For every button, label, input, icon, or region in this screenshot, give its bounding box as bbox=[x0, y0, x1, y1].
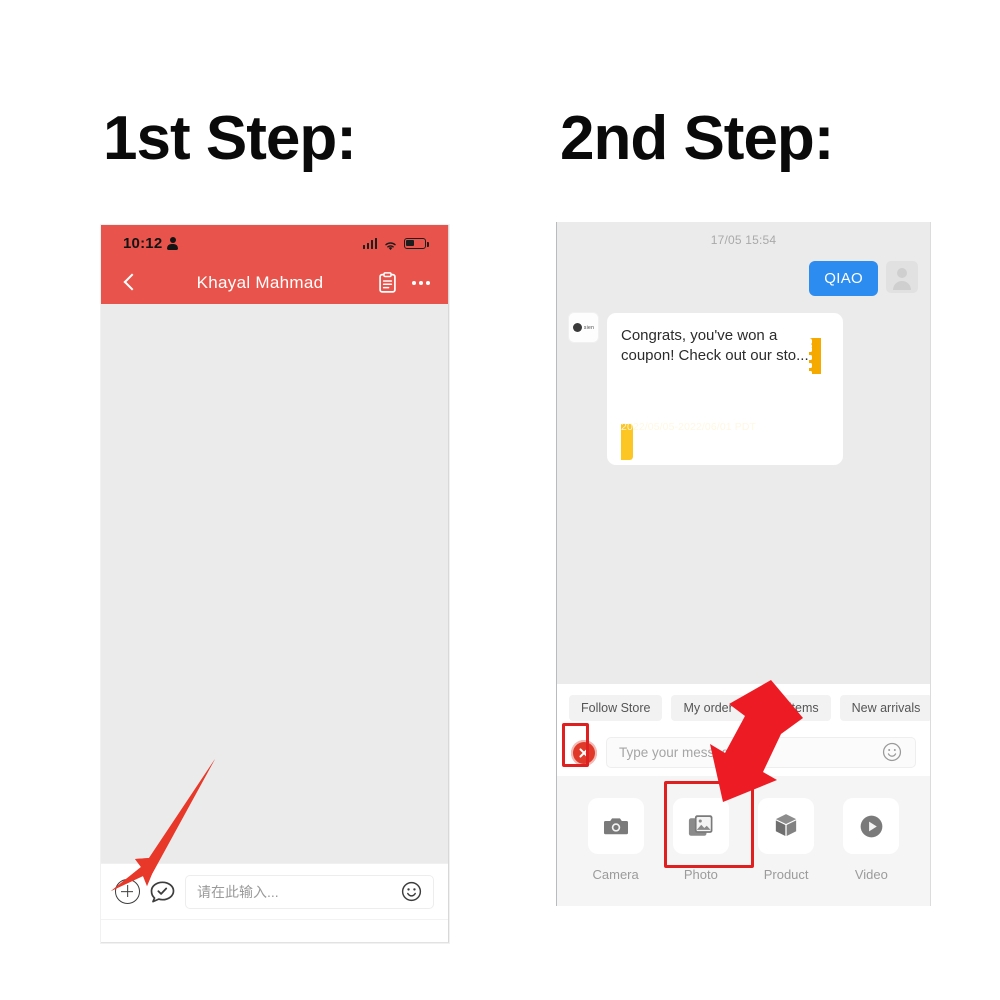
wifi-icon bbox=[383, 238, 398, 250]
attachment-option-product[interactable]: Product bbox=[750, 798, 822, 882]
app-header-bar: 10:12 Khayal Mahmad bbox=[101, 225, 448, 304]
coupon-amount: US $1.00 bbox=[621, 366, 711, 390]
camera-icon[interactable] bbox=[587, 798, 644, 854]
outgoing-message-row: QIAO bbox=[557, 261, 930, 296]
quick-reply-follow-store[interactable]: Follow Store bbox=[569, 695, 663, 721]
message-input-placeholder: 请在此输入... bbox=[197, 883, 279, 900]
quick-reply-hot-items[interactable]: Hot items bbox=[753, 695, 831, 721]
smiley-icon[interactable] bbox=[882, 742, 903, 763]
attachment-option-photo[interactable]: Photo bbox=[665, 798, 737, 882]
store-logo-avatar: sien bbox=[569, 313, 598, 342]
coupon-card[interactable]: Congrats, you've won a coupon! Check out… bbox=[607, 313, 843, 465]
step-1-heading: 1st Step: bbox=[103, 104, 357, 173]
attachment-label-video: Video bbox=[854, 867, 888, 882]
coupon-validity: 2022/05/05-2022/06/01 PDT bbox=[621, 420, 757, 433]
navigation-bar: Khayal Mahmad bbox=[101, 261, 448, 304]
message-input-field[interactable]: 请在此输入... bbox=[185, 874, 434, 909]
message-input-field[interactable]: Type your message... bbox=[606, 737, 916, 768]
status-bar: 10:12 bbox=[101, 225, 448, 261]
message-input-bar: 请在此输入... bbox=[101, 863, 448, 919]
tutorial-screenshot: 1st Step: 2nd Step: 10:12 Khayal Mahmad … bbox=[0, 0, 1000, 1000]
phone-screenshot-step2: 17/05 15:54 QIAO sien Congrats, you've w… bbox=[556, 222, 931, 906]
attachment-options-panel: Camera Photo Product Video bbox=[557, 776, 930, 906]
coupon-divider bbox=[621, 414, 829, 416]
home-indicator-area bbox=[101, 919, 448, 942]
clipboard-icon[interactable] bbox=[379, 272, 396, 293]
signal-bars-icon bbox=[362, 237, 377, 249]
message-input-bar: Type your message... bbox=[557, 729, 930, 776]
step-2-heading: 2nd Step: bbox=[560, 104, 834, 173]
user-avatar bbox=[886, 261, 918, 293]
message-input-placeholder: Type your message... bbox=[619, 745, 749, 760]
page-title: Khayal Mahmad bbox=[196, 272, 324, 292]
outgoing-message-bubble[interactable]: QIAO bbox=[809, 261, 878, 296]
quick-reply-chips: Follow Store My order Hot items New arri… bbox=[557, 684, 930, 732]
video-play-icon[interactable] bbox=[843, 798, 900, 854]
coupon-card-text: Congrats, you've won a coupon! Check out… bbox=[621, 327, 809, 365]
status-bar-left: 10:12 bbox=[123, 234, 179, 252]
navbar-actions bbox=[379, 272, 430, 293]
quick-reply-bubble-icon[interactable] bbox=[149, 880, 176, 904]
battery-icon bbox=[404, 237, 429, 249]
product-box-icon[interactable] bbox=[758, 798, 815, 854]
more-dots-icon[interactable] bbox=[412, 280, 430, 285]
plus-circle-icon[interactable] bbox=[115, 879, 140, 904]
globe-icon bbox=[572, 323, 582, 332]
smiley-icon[interactable] bbox=[401, 881, 422, 902]
status-bar-clock: 10:12 bbox=[123, 234, 163, 252]
store-brand-text: sien bbox=[583, 324, 595, 331]
status-bar-right bbox=[362, 237, 429, 250]
chat-message-area[interactable]: 17/05 15:54 QIAO sien Congrats, you've w… bbox=[557, 222, 930, 682]
close-circle-icon[interactable] bbox=[571, 739, 597, 766]
phone-screenshot-step1: 10:12 Khayal Mahmad 请在此输入... bbox=[101, 225, 449, 943]
attachment-option-camera[interactable]: Camera bbox=[580, 798, 652, 882]
attachment-option-video[interactable]: Video bbox=[835, 798, 907, 882]
photo-image-icon[interactable] bbox=[672, 798, 729, 854]
person-icon bbox=[167, 236, 179, 250]
attachment-label-photo: Photo bbox=[683, 867, 718, 882]
attachment-label-camera: Camera bbox=[592, 867, 639, 882]
coupon-condition: For orders over US $15.00 bbox=[621, 395, 767, 408]
chat-message-area bbox=[101, 304, 448, 886]
incoming-message-row: sien Congrats, you've won a coupon! Chec… bbox=[557, 313, 930, 465]
chevron-left-icon[interactable] bbox=[119, 272, 141, 294]
quick-reply-new-arrivals[interactable]: New arrivals bbox=[839, 695, 930, 721]
chat-timestamp: 17/05 15:54 bbox=[710, 233, 777, 247]
quick-reply-my-order[interactable]: My order bbox=[671, 695, 745, 721]
attachment-label-product: Product bbox=[763, 867, 809, 882]
